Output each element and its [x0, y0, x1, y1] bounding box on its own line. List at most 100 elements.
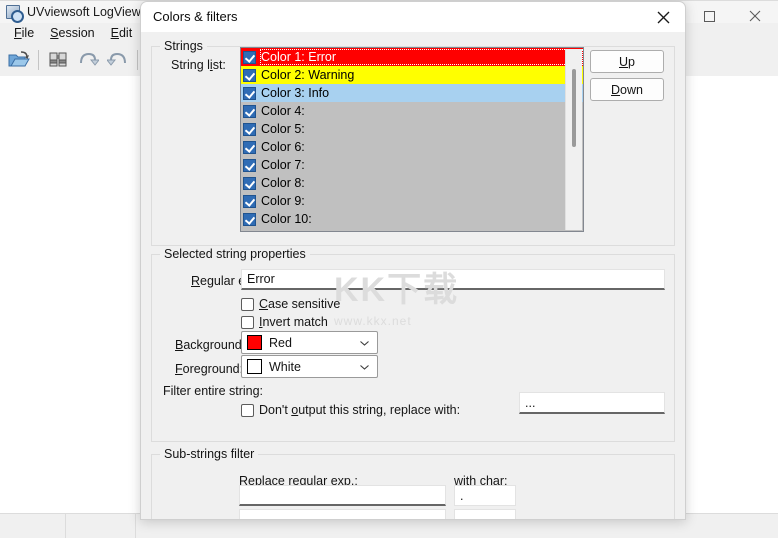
close-icon [749, 10, 761, 22]
find-button[interactable] [43, 46, 73, 74]
string-item-checkbox[interactable] [243, 140, 256, 154]
case-sensitive-label: ase sensitive [268, 297, 341, 311]
string-item-checkbox[interactable] [243, 104, 256, 118]
background-color-select[interactable]: Red [241, 331, 378, 354]
menu-file-mnemonic: F [14, 26, 22, 40]
string-list[interactable]: Color 1: Error Color 2: Warning Color 3: I… [240, 47, 584, 232]
open-file-button[interactable] [4, 46, 34, 74]
string-list-item[interactable]: Color 4: [241, 102, 583, 120]
string-item-label: Color 9: [261, 194, 305, 208]
string-list-item[interactable]: Color 6: [241, 138, 583, 156]
string-item-checkbox[interactable] [243, 212, 256, 226]
case-sensitive-mnemonic: C [259, 297, 269, 311]
foreground-color-select[interactable]: White [241, 355, 378, 378]
background-mnemonic: B [175, 338, 184, 352]
menu-session[interactable]: Session [42, 25, 102, 41]
background-label: Background: [175, 338, 246, 352]
dialog-close-button[interactable] [641, 2, 685, 32]
strings-group-title: Strings [160, 39, 207, 53]
menu-edit-label: dit [118, 26, 133, 40]
string-item-label: Color 6: [261, 140, 305, 154]
replace-with-value: ... [525, 395, 536, 410]
menu-file-label: ile [21, 26, 35, 40]
string-list-scrollbar[interactable] [565, 49, 582, 230]
move-down-button[interactable]: Down [590, 78, 664, 101]
invert-match-label: nvert match [262, 315, 328, 329]
dialog-title: Colors & filters [153, 9, 238, 24]
string-list-item[interactable]: Color 9: [241, 192, 583, 210]
string-item-checkbox[interactable] [243, 50, 256, 64]
background-color-swatch [247, 335, 262, 350]
chevron-down-icon [360, 340, 369, 346]
dont-output-box [241, 403, 254, 417]
replace-with-input[interactable]: ... [519, 392, 665, 414]
string-list-item[interactable]: Color 11: [241, 228, 583, 231]
invert-match-box [241, 315, 254, 329]
chevron-down-icon [360, 364, 369, 370]
substring-char-input[interactable]: . [454, 509, 516, 520]
string-item-label: Color 2: Warning [261, 68, 355, 82]
logviewer-app-icon [5, 4, 24, 23]
substring-char-value: . [460, 512, 464, 520]
case-sensitive-box [241, 297, 254, 311]
down-button-rest: own [620, 82, 643, 97]
maximize-icon [703, 10, 715, 22]
string-item-label: Color 3: Info [261, 86, 330, 100]
substring-char-value: . [460, 488, 464, 503]
string-list-item[interactable]: Color 10: [241, 210, 583, 228]
substrings-group-title: Sub-strings filter [160, 447, 259, 461]
find-icon [49, 52, 67, 66]
close-icon [657, 11, 669, 23]
app-title: UVviewsoft LogViewer [27, 5, 152, 19]
status-cell-2 [66, 513, 136, 538]
menu-session-label: ession [58, 26, 95, 40]
status-cell-1 [0, 513, 66, 538]
move-up-button[interactable]: Up [590, 50, 664, 73]
string-item-checkbox[interactable] [243, 176, 256, 190]
string-item-checkbox[interactable] [243, 68, 256, 82]
redo-button[interactable] [73, 46, 103, 74]
menu-file[interactable]: File [6, 25, 42, 41]
up-button-mnemonic: U [619, 54, 629, 69]
screen: UVviewsoft LogViewer File Session Edit S… [0, 0, 778, 538]
string-item-label: Color 4: [261, 104, 305, 118]
scrollbar-thumb[interactable] [572, 69, 576, 147]
substring-char-input[interactable]: . [454, 485, 516, 506]
regex-label-mnemonic: R [191, 274, 201, 288]
regular-exp-input[interactable]: Error [241, 269, 665, 290]
string-item-checkbox[interactable] [243, 158, 256, 172]
substring-regex-input[interactable] [239, 485, 446, 506]
dialog-body: KK下载 www.kkx.net Strings String list: Co… [141, 32, 685, 519]
properties-group-title: Selected string properties [160, 247, 310, 261]
string-item-checkbox[interactable] [243, 230, 256, 231]
invert-match-checkbox[interactable]: Invert match [241, 315, 328, 329]
string-list-item[interactable]: Color 7: [241, 156, 583, 174]
string-item-label: Color 1: Error [260, 49, 583, 65]
string-item-checkbox[interactable] [243, 122, 256, 136]
string-list-item[interactable]: Color 8: [241, 174, 583, 192]
string-list-rows: Color 1: Error Color 2: Warning Color 3: I… [241, 48, 583, 231]
substring-regex-input[interactable] [239, 509, 446, 519]
foreground-color-swatch [247, 359, 262, 374]
foreground-mnemonic: F [175, 362, 183, 376]
string-item-checkbox[interactable] [243, 86, 256, 100]
redo-icon [80, 52, 99, 66]
undo-button[interactable] [103, 46, 133, 74]
case-sensitive-checkbox[interactable]: Case sensitive [241, 297, 340, 311]
menu-edit[interactable]: Edit [103, 25, 141, 41]
string-list-item[interactable]: Color 5: [241, 120, 583, 138]
string-item-label: Color 10: [261, 212, 312, 226]
string-item-label: Color 5: [261, 122, 305, 136]
toolbar-separator [38, 49, 39, 70]
down-button-mnemonic: D [611, 82, 621, 97]
string-list-item[interactable]: Color 2: Warning [241, 66, 583, 84]
dont-output-label: utput this string, replace with: [298, 403, 461, 417]
string-item-checkbox[interactable] [243, 194, 256, 208]
string-list-item[interactable]: Color 1: Error [241, 48, 583, 66]
string-list-item[interactable]: Color 3: Info [241, 84, 583, 102]
string-item-label: Color 8: [261, 176, 305, 190]
undo-icon [107, 52, 126, 66]
filter-entire-string-label: Filter entire string: [163, 384, 264, 398]
string-item-label: Color 11: [260, 229, 583, 231]
dont-output-checkbox[interactable]: Don't output this string, replace with: [241, 403, 460, 417]
